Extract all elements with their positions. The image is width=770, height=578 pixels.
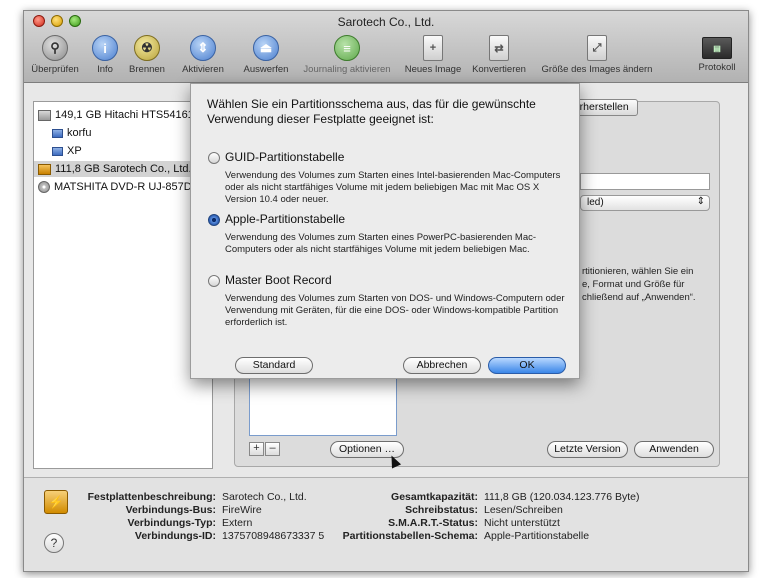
- disk-item-dvd[interactable]: MATSHITA DVD-R UJ-857D: [38, 179, 192, 195]
- toolbar-log[interactable]: ▤ Protokoll: [692, 35, 742, 73]
- disk-list[interactable]: 149,1 GB Hitachi HTS54161 korfu XP 111,8…: [33, 101, 213, 469]
- disk-item-hitachi[interactable]: 149,1 GB Hitachi HTS54161: [38, 107, 194, 123]
- hard-disk-icon: [38, 109, 51, 121]
- option-description: Verwendung des Volumes zum Starten von D…: [225, 293, 565, 328]
- toolbar-label: Auswerfen: [243, 64, 289, 75]
- radio-label-apple[interactable]: Apple-Partitionstabelle: [225, 212, 345, 226]
- burn-icon: ☢: [134, 35, 160, 61]
- disk-item-label: XP: [67, 145, 82, 157]
- apply-button[interactable]: Anwenden: [634, 441, 714, 458]
- disk-item-label: 111,8 GB Sarotech Co., Ltd.: [55, 163, 192, 175]
- info-label: Partitionstabellen-Schema:: [342, 530, 478, 542]
- revert-button[interactable]: Letzte Version: [547, 441, 628, 458]
- dvd-drive-icon: [38, 181, 50, 193]
- toolbar-eject[interactable]: ⏏ Auswerfen: [238, 35, 294, 75]
- dialog-heading: Wählen Sie ein Partitionsschema aus, das…: [207, 97, 536, 126]
- toolbar-label: Aktivieren: [182, 64, 224, 75]
- radio-label-guid[interactable]: GUID-Partitionstabelle: [225, 150, 344, 164]
- instructions-line: chließend auf „Anwenden“.: [582, 292, 696, 303]
- toolbar-resize-image[interactable]: ⤢ Größe des Images ändern: [536, 35, 658, 75]
- info-label: Verbindungs-Bus:: [125, 504, 216, 516]
- radio-guid[interactable]: [208, 152, 220, 164]
- info-label: Schreibstatus:: [405, 504, 478, 516]
- disk-item-label: MATSHITA DVD-R UJ-857D: [54, 181, 192, 193]
- format-select[interactable]: led) ⇕: [580, 195, 710, 211]
- instructions-line: rtitionieren, wählen Sie ein: [582, 266, 694, 277]
- toolbar-label: Brennen: [129, 64, 165, 75]
- info-icon: i: [92, 35, 118, 61]
- toolbar-label: Protokoll: [698, 62, 736, 73]
- info-label: Verbindungs-Typ:: [127, 517, 216, 529]
- add-partition-button[interactable]: +: [249, 442, 264, 456]
- toolbar-mount[interactable]: ⇕ Aktivieren: [177, 35, 229, 75]
- volume-icon: [52, 146, 63, 156]
- disk-item-label: korfu: [67, 127, 92, 139]
- info-label: Festplattenbeschreibung:: [87, 491, 216, 503]
- toolbar-label: Journaling aktivieren: [303, 64, 391, 75]
- chevron-updown-icon: ⇕: [696, 196, 705, 207]
- info-value: Sarotech Co., Ltd.: [222, 491, 307, 503]
- toolbar-label: Info: [97, 64, 113, 75]
- new-image-icon: +: [423, 35, 443, 61]
- log-icon: ▤: [702, 37, 732, 59]
- toolbar-new-image[interactable]: + Neues Image: [402, 35, 464, 75]
- disk-utility-window: Sarotech Co., Ltd. ⚲ Überprüfen i Info ☢…: [23, 10, 749, 572]
- radio-apple[interactable]: [208, 214, 220, 226]
- option-description: Verwendung des Volumes zum Starten eines…: [225, 232, 537, 255]
- option-description: Verwendung des Volumes zum Starten eines…: [225, 170, 561, 205]
- info-value: Extern: [222, 517, 253, 529]
- info-value: Nicht unterstützt: [484, 517, 560, 529]
- remove-partition-button[interactable]: –: [265, 442, 280, 456]
- convert-icon: ⇄: [489, 35, 509, 61]
- info-value: 1375708948673337 5: [222, 530, 325, 542]
- toolbar-info[interactable]: i Info: [90, 35, 120, 75]
- toolbar-label: Überprüfen: [31, 64, 79, 75]
- info-value: FireWire: [222, 504, 262, 516]
- toolbar-burn[interactable]: ☢ Brennen: [125, 35, 169, 75]
- default-button[interactable]: Standard: [235, 357, 313, 374]
- info-label: Gesamtkapazität:: [391, 491, 478, 503]
- disk-item-sarotech[interactable]: 111,8 GB Sarotech Co., Ltd.: [34, 161, 212, 177]
- microscope-icon: ⚲: [42, 35, 68, 61]
- partition-scheme-dialog: Wählen Sie ein Partitionsschema aus, das…: [190, 83, 580, 379]
- info-label: S.M.A.R.T.-Status:: [388, 517, 478, 529]
- info-label: Verbindungs-ID:: [134, 530, 216, 542]
- disk-item-label: 149,1 GB Hitachi HTS54161: [55, 109, 194, 121]
- volume-icon: [52, 128, 63, 138]
- radio-mbr[interactable]: [208, 275, 220, 287]
- journaling-icon: ≡: [334, 35, 360, 61]
- toolbar-label: Größe des Images ändern: [541, 64, 653, 75]
- resize-image-icon: ⤢: [587, 35, 607, 61]
- help-button[interactable]: ?: [44, 533, 64, 553]
- external-disk-icon: [38, 163, 51, 175]
- toolbar-journaling[interactable]: ≡ Journaling aktivieren: [297, 35, 397, 75]
- external-disk-icon: ⚡: [44, 490, 68, 514]
- toolbar: Sarotech Co., Ltd. ⚲ Überprüfen i Info ☢…: [24, 11, 748, 83]
- info-value: 111,8 GB (120.034.123.776 Byte): [484, 491, 640, 503]
- toolbar-label: Konvertieren: [472, 64, 526, 75]
- info-value: Apple-Partitionstabelle: [484, 530, 590, 542]
- toolbar-verify[interactable]: ⚲ Überprüfen: [28, 35, 82, 75]
- toolbar-convert[interactable]: ⇄ Konvertieren: [468, 35, 530, 75]
- format-select-value: led): [587, 197, 604, 208]
- volume-name-field[interactable]: [580, 173, 710, 190]
- cancel-button[interactable]: Abbrechen: [403, 357, 481, 374]
- mount-icon: ⇕: [190, 35, 216, 61]
- info-value: Lesen/Schreiben: [484, 504, 563, 516]
- toolbar-label: Neues Image: [404, 64, 462, 75]
- volume-item-xp[interactable]: XP: [52, 143, 82, 159]
- ok-button[interactable]: OK: [488, 357, 566, 374]
- volume-item-korfu[interactable]: korfu: [52, 125, 91, 141]
- instructions-line: e, Format und Größe für: [582, 279, 685, 290]
- window-title: Sarotech Co., Ltd.: [337, 15, 435, 29]
- eject-icon: ⏏: [253, 35, 279, 61]
- radio-label-mbr[interactable]: Master Boot Record: [225, 273, 332, 287]
